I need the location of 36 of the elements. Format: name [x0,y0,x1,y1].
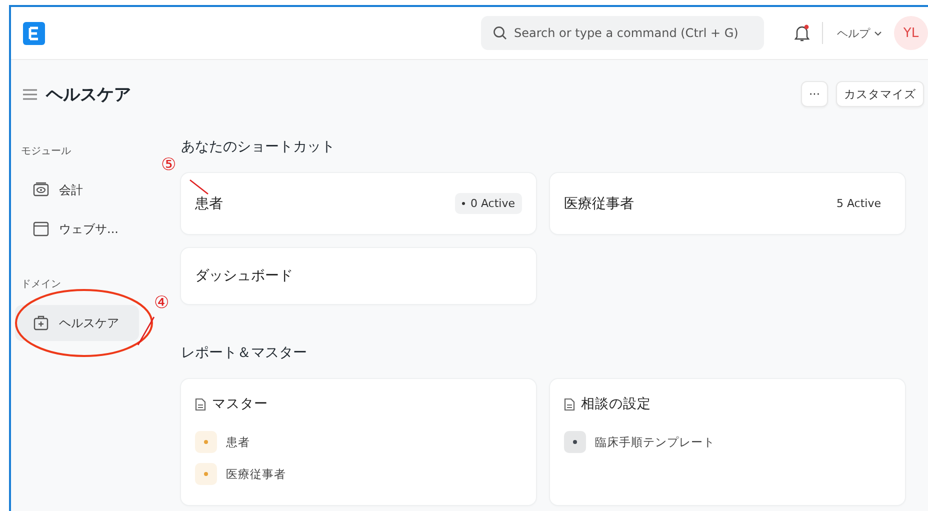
medical-bag-icon [33,315,49,331]
section-title: あなたのショートカット [181,138,336,157]
sidebar-item[interactable]: ウェブサ... [15,211,139,247]
chevron-down-icon [874,30,882,36]
section-label: モジュール [20,145,72,158]
annotation-number: ④ [154,295,170,312]
shortcut-card[interactable]: 患者 0 Active [181,173,536,234]
report-link[interactable]: 患者 [226,434,250,450]
sidebar-item[interactable]: 会計 [15,172,139,208]
leader-line [189,179,209,195]
notification-bell-icon[interactable] [794,24,810,42]
card-title: マスター [212,395,268,413]
customize-button[interactable]: カスタマイズ [836,81,924,107]
annotation-number: ⑤ [161,157,176,174]
report-link[interactable]: 医療従事者 [226,466,286,482]
count-badge: 0 Active [455,193,522,214]
document-icon [564,398,575,410]
shortcut-card[interactable]: 医療従事者 5 Active [550,173,905,234]
document-icon [195,398,206,410]
shortcut-card[interactable]: ダッシュボード [181,248,536,304]
count-text: 5 Active [836,197,881,210]
search-field[interactable]: Search or type a command (Ctrl + G) [481,16,764,50]
report-link[interactable]: 臨床手順テンプレート [595,434,715,450]
sidebar-item[interactable]: ヘルスケア [15,305,139,341]
app-logo[interactable] [23,22,45,44]
card-title: 相談の設定 [581,395,651,413]
section-title: レポート＆マスター [181,344,308,363]
more-button[interactable]: ··· [801,81,828,107]
eye-box-icon [33,182,49,198]
page-title: ヘルスケア [46,84,131,106]
menu-icon[interactable] [23,88,37,100]
window-icon [33,221,49,237]
search-icon [493,26,507,40]
help-menu[interactable]: ヘルプ [835,24,884,42]
section-label: ドメイン [20,278,62,291]
leader-line [137,316,155,346]
